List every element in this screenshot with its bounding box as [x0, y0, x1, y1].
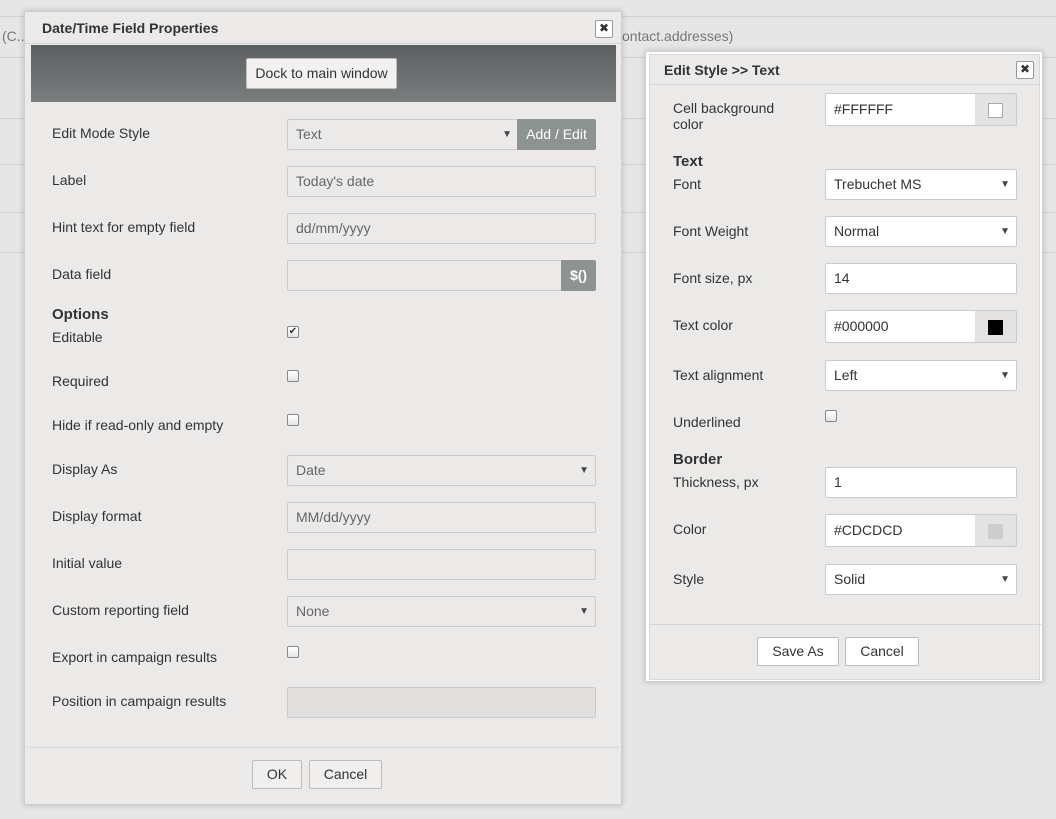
chevron-down-icon: ▼ [1000, 226, 1010, 237]
font-weight-value: Normal [834, 223, 880, 239]
display-as-label: Display As [52, 461, 118, 477]
edit-mode-style-value: Text [296, 126, 322, 142]
cell-bg-label: Cell background color [673, 100, 775, 132]
footer-divider [29, 747, 619, 748]
label-field-label: Label [52, 172, 87, 188]
text-color-input[interactable]: #000000 [825, 310, 976, 343]
position-results-input [287, 687, 596, 718]
cell-bg-swatch [988, 103, 1003, 118]
thickness-input[interactable]: 1 [825, 467, 1017, 498]
cell-bg-color-picker[interactable] [975, 93, 1017, 126]
border-style-select[interactable]: Solid ▼ [825, 564, 1017, 595]
position-results-label: Position in campaign results [52, 693, 227, 709]
chevron-down-icon: ▼ [1000, 370, 1010, 381]
hide-if-empty-label: Hide if read-only and empty [52, 417, 224, 433]
custom-reporting-select[interactable]: None ▼ [287, 596, 596, 627]
cancel-button[interactable]: Cancel [309, 760, 382, 789]
options-heading: Options [52, 306, 109, 323]
font-label: Font [673, 176, 702, 192]
edit-style-footer-divider [650, 624, 1041, 625]
checkmark-icon: ✔ [288, 326, 298, 337]
edit-style-inner: Edit Style >> Text ✖ Cell background col… [649, 54, 1041, 680]
border-color-picker[interactable] [975, 514, 1017, 547]
editable-checkbox[interactable]: ✔ [287, 326, 299, 338]
required-checkbox[interactable] [287, 370, 299, 382]
hide-if-empty-checkbox[interactable] [287, 414, 299, 426]
font-weight-label: Font Weight [673, 223, 749, 239]
text-alignment-value: Left [834, 367, 858, 383]
underlined-label: Underlined [673, 414, 741, 430]
display-as-select[interactable]: Date ▼ [287, 455, 596, 486]
edit-mode-style-select[interactable]: Text ▼ [287, 119, 519, 150]
date-time-properties-dialog: Date/Time Field Properties ✖ Dock to mai… [24, 11, 622, 805]
chevron-down-icon: ▼ [1000, 574, 1010, 585]
initial-value-label: Initial value [52, 555, 123, 571]
chevron-down-icon: ▼ [1000, 179, 1010, 190]
hint-text-label: Hint text for empty field [52, 219, 196, 235]
font-value: Trebuchet MS [834, 176, 922, 192]
text-color-swatch [988, 320, 1003, 335]
export-results-label: Export in campaign results [52, 649, 217, 665]
custom-reporting-label: Custom reporting field [52, 602, 189, 618]
border-color-input[interactable]: #CDCDCD [825, 514, 976, 547]
text-color-picker[interactable] [975, 310, 1017, 343]
text-heading: Text [673, 153, 703, 170]
thickness-label: Thickness, px [673, 474, 759, 490]
hint-text-input[interactable]: dd/mm/yyyy [287, 213, 596, 244]
add-edit-button[interactable]: Add / Edit [517, 119, 596, 150]
dock-to-main-window-button[interactable]: Dock to main window [246, 58, 397, 89]
dock-bar: Dock to main window [31, 45, 616, 102]
font-size-input[interactable]: 14 [825, 263, 1017, 294]
close-icon: ✖ [598, 21, 610, 35]
close-button[interactable]: ✖ [595, 20, 613, 38]
text-color-label: Text color [673, 317, 733, 333]
chevron-down-icon: ▼ [502, 129, 512, 140]
edit-mode-style-label: Edit Mode Style [52, 125, 151, 141]
text-alignment-select[interactable]: Left ▼ [825, 360, 1017, 391]
border-color-label: Color [673, 521, 707, 537]
display-format-label: Display format [52, 508, 142, 524]
edit-style-dialog: Edit Style >> Text ✖ Cell background col… [645, 51, 1043, 682]
close-icon: ✖ [1019, 62, 1031, 76]
insert-variable-button[interactable]: $() [561, 260, 596, 291]
font-select[interactable]: Trebuchet MS ▼ [825, 169, 1017, 200]
underlined-checkbox[interactable] [825, 410, 837, 422]
data-field-label: Data field [52, 266, 112, 282]
border-style-value: Solid [834, 571, 866, 587]
export-results-checkbox[interactable] [287, 646, 299, 658]
data-field-input[interactable] [287, 260, 563, 291]
editable-label: Editable [52, 329, 103, 345]
display-format-input[interactable]: MM/dd/yyyy [287, 502, 596, 533]
bg-text-right: ontact.addresses) [622, 28, 734, 44]
text-alignment-label: Text alignment [673, 367, 764, 383]
save-as-button[interactable]: Save As [757, 637, 839, 666]
border-heading: Border [673, 451, 723, 468]
display-as-value: Date [296, 462, 326, 478]
font-size-label: Font size, px [673, 270, 753, 286]
font-weight-select[interactable]: Normal ▼ [825, 216, 1017, 247]
edit-style-title: Edit Style >> Text [650, 55, 1039, 85]
border-style-label: Style [673, 571, 705, 587]
chevron-down-icon: ▼ [579, 465, 589, 476]
border-color-swatch [988, 524, 1003, 539]
required-label: Required [52, 373, 109, 389]
custom-reporting-value: None [296, 603, 330, 619]
edit-style-close-button[interactable]: ✖ [1016, 61, 1034, 79]
cell-bg-input[interactable]: #FFFFFF [825, 93, 976, 126]
edit-style-cancel-button[interactable]: Cancel [845, 637, 919, 666]
chevron-down-icon: ▼ [579, 606, 589, 617]
initial-value-input[interactable] [287, 549, 596, 580]
label-input[interactable]: Today's date [287, 166, 596, 197]
ok-button[interactable]: OK [252, 760, 302, 789]
dialog-title: Date/Time Field Properties [25, 12, 621, 44]
